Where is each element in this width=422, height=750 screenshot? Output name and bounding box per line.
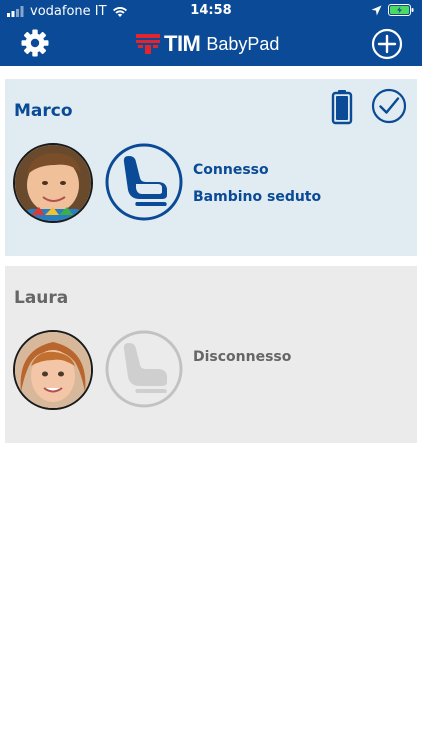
car-seat-icon: [105, 330, 183, 408]
status-bar-right: [371, 4, 414, 16]
clock: 14:58: [190, 3, 232, 18]
brand-tim-text: TIM: [164, 31, 201, 56]
car-seat-icon: [105, 143, 183, 221]
location-arrow-icon: [371, 5, 382, 15]
battery-icon: [331, 90, 353, 125]
tim-logo-icon: [136, 34, 160, 54]
child-card-laura[interactable]: Laura Disconnesso: [5, 266, 417, 443]
status-bar: vodafone IT 14:58: [0, 0, 422, 22]
child-photo-laura: [15, 332, 91, 408]
gear-icon[interactable]: [20, 28, 50, 58]
check-circle-icon[interactable]: [371, 88, 407, 124]
app-header: TIM BabyPad: [0, 22, 422, 66]
connection-status: Connesso: [193, 162, 269, 178]
brand-product-text: BabyPad: [206, 33, 280, 54]
connection-status: Disconnesso: [193, 349, 292, 365]
plus-circle-icon[interactable]: [371, 28, 403, 60]
avatar: [13, 143, 93, 223]
child-name: Marco: [14, 101, 73, 121]
brand-logo: TIM BabyPad: [136, 31, 279, 57]
child-name: Laura: [14, 288, 69, 308]
avatar: [13, 330, 93, 410]
child-card-marco[interactable]: Marco Connesso Bambino seduto: [5, 79, 417, 256]
seat-status: Bambino seduto: [193, 189, 322, 205]
battery-status-icon: [388, 4, 414, 16]
child-photo-marco: [15, 145, 91, 221]
